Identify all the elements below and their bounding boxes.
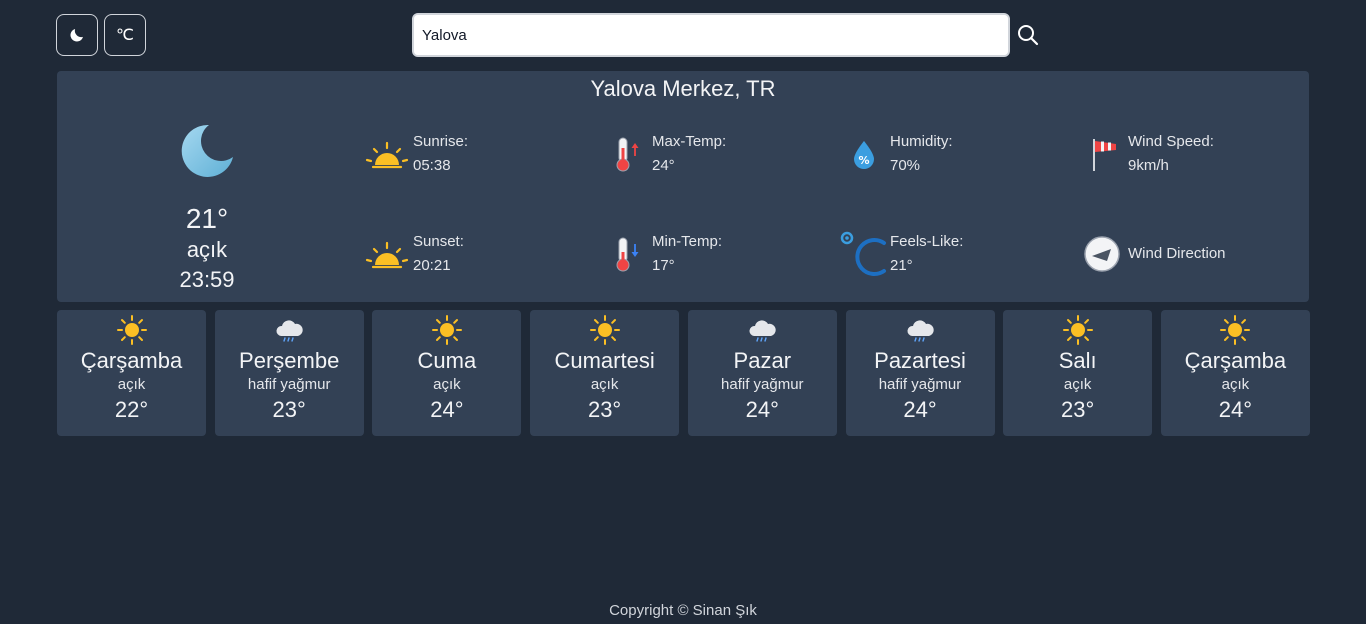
max-temp-stat: Max-Temp: 24° xyxy=(602,131,726,177)
humidity-stat: % Humidity: 70% xyxy=(840,131,953,177)
feels-like-value: 21° xyxy=(890,257,913,274)
sunrise-stat: Sunrise: 05:38 xyxy=(363,131,468,177)
wind-speed-label: Wind Speed: xyxy=(1128,133,1214,150)
location-title: Yalova Merkez, TR xyxy=(590,76,776,101)
forecast-day-name: Pazar xyxy=(733,348,792,373)
min-temp-value: 17° xyxy=(652,257,675,274)
windsock-icon xyxy=(1093,139,1116,171)
svg-text:%: % xyxy=(858,154,869,167)
sunset-icon xyxy=(365,241,409,269)
rain-cloud-icon xyxy=(276,320,303,342)
search-input[interactable] xyxy=(414,15,1008,55)
wind-direction-label: Wind Direction xyxy=(1128,245,1226,262)
forecast-day-temperature: 24° xyxy=(903,397,937,422)
forecast-day-card: Pazar hafif yağmur 24° xyxy=(687,310,837,436)
humidity-value: 70% xyxy=(890,157,921,174)
sunset-label: Sunset: xyxy=(413,233,464,250)
forecast-day-name: Pazartesi xyxy=(874,348,966,373)
theme-toggle-button[interactable] xyxy=(56,14,98,56)
forecast-day-card: Cuma açık 24° xyxy=(372,310,522,436)
forecast-day-description: hafif yağmur xyxy=(721,376,804,393)
search-button[interactable] xyxy=(1016,23,1040,47)
forecast-day-description: açık xyxy=(117,376,146,393)
current-description: açık xyxy=(186,237,228,262)
forecast-day-temperature: 24° xyxy=(745,397,779,422)
forecast-day-name: Cumartesi xyxy=(554,348,655,373)
rain-cloud-icon xyxy=(749,320,776,342)
forecast-day-temperature: 23° xyxy=(1061,397,1095,422)
forecast-day-name: Çarşamba xyxy=(1184,348,1287,373)
current-temperature: 21° xyxy=(185,203,229,234)
forecast-day-card: Salı açık 23° xyxy=(1003,310,1153,436)
footer-copyright: Copyright © Sinan Şık xyxy=(609,602,757,619)
forecast-day-temperature: 24° xyxy=(1218,397,1253,422)
forecast-day-card: Cumartesi açık 23° xyxy=(530,310,680,436)
min-temp-stat: Min-Temp: 17° xyxy=(602,231,722,277)
forecast-day-card: Perşembe hafif yağmur 23° xyxy=(214,310,364,436)
humidity-drop-icon: % xyxy=(854,141,874,169)
wind-speed-stat: Wind Speed: 9km/h xyxy=(1078,131,1214,177)
search-box xyxy=(412,13,1010,57)
sunrise-value: 05:38 xyxy=(413,157,451,174)
forecast-day-name: Perşembe xyxy=(239,348,340,373)
thermometer-up-icon xyxy=(616,137,639,172)
sun-icon xyxy=(1062,315,1093,345)
forecast-list: Çarşamba açık 22° Perşembe hafif yağmur 23° Cu… xyxy=(57,310,1310,436)
forecast-day-description: hafif yağmur xyxy=(878,376,962,393)
forecast-day-temperature: 24° xyxy=(430,397,464,422)
feels-like-stat: Feels-Like: 21° xyxy=(840,231,963,277)
search-icon xyxy=(1018,25,1039,46)
current-weather-card: Yalova Merkez, TR 21° açık 23:59 Sunrise… xyxy=(57,71,1309,302)
moon-icon xyxy=(181,124,233,177)
forecast-day-description: hafif yağmur xyxy=(247,376,331,393)
forecast-day-card: Çarşamba açık 22° xyxy=(57,310,206,436)
sun-icon xyxy=(431,315,462,345)
forecast-day-name: Cuma xyxy=(417,348,477,373)
forecast-day-card: Çarşamba açık 24° xyxy=(1160,310,1310,436)
sunset-value: 20:21 xyxy=(413,257,451,274)
forecast-day-name: Salı xyxy=(1058,348,1097,373)
forecast-day-name: Çarşamba xyxy=(80,348,183,373)
unit-toggle-button[interactable]: ℃ xyxy=(104,14,146,56)
current-time: 23:59 xyxy=(179,267,235,292)
forecast-day-description: açık xyxy=(1063,376,1092,393)
wind-speed-value: 9km/h xyxy=(1128,157,1169,174)
max-temp-value: 24° xyxy=(652,157,675,174)
rain-cloud-icon xyxy=(907,320,934,342)
thermometer-down-icon xyxy=(616,237,639,272)
sun-icon xyxy=(589,315,620,345)
sunrise-icon xyxy=(365,141,409,169)
min-temp-label: Min-Temp: xyxy=(652,233,723,250)
forecast-day-temperature: 23° xyxy=(587,397,622,422)
feels-like-icon xyxy=(840,231,886,276)
forecast-day-temperature: 23° xyxy=(272,397,306,422)
max-temp-label: Max-Temp: xyxy=(652,133,727,150)
humidity-label: Humidity: xyxy=(890,133,953,150)
compass-icon xyxy=(1084,236,1120,272)
feels-like-label: Feels-Like: xyxy=(890,233,964,250)
forecast-day-description: açık xyxy=(1221,376,1250,393)
sunset-stat: Sunset: 20:21 xyxy=(363,231,464,277)
sunrise-label: Sunrise: xyxy=(413,133,469,150)
moon-icon xyxy=(70,29,83,42)
forecast-day-temperature: 22° xyxy=(114,397,149,422)
wind-direction-stat: Wind Direction xyxy=(1078,231,1226,277)
forecast-day-description: açık xyxy=(433,376,461,393)
forecast-day-card: Pazartesi hafif yağmur 24° xyxy=(845,310,995,436)
current-summary: 21° açık 23:59 xyxy=(117,123,297,295)
forecast-day-description: açık xyxy=(590,376,619,393)
sun-icon xyxy=(116,315,147,345)
sun-icon xyxy=(1220,315,1251,345)
top-bar: ℃ xyxy=(0,0,1366,70)
